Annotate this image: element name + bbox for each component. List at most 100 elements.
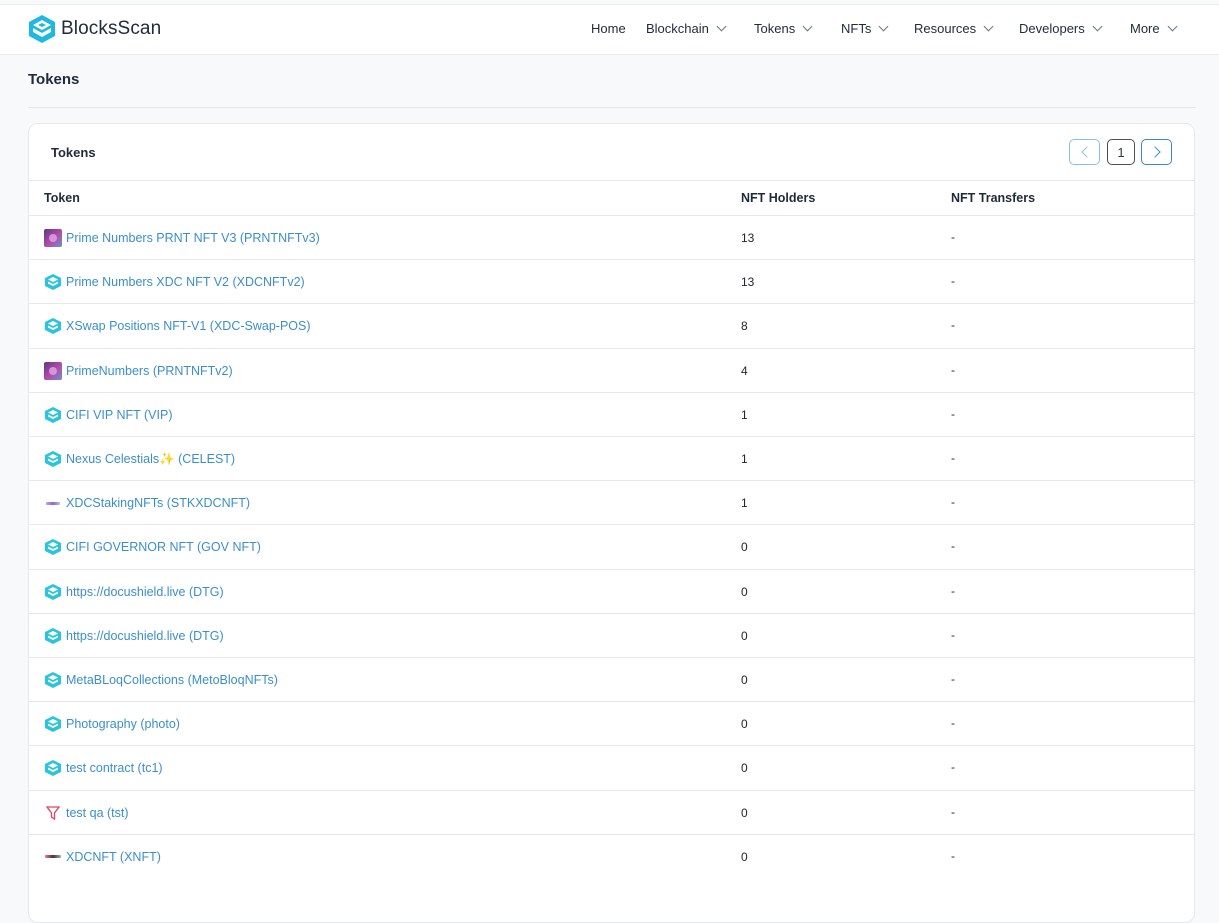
nav-tokens[interactable]: Tokens bbox=[754, 21, 813, 36]
column-header-token: Token bbox=[44, 191, 80, 205]
column-header-nft-holders: NFT Holders bbox=[741, 191, 816, 205]
token-link[interactable]: MetaBLoqCollections (MetoBloqNFTs) bbox=[66, 673, 278, 687]
nft-holders-value: 1 bbox=[741, 407, 748, 422]
token-cell: XSwap Positions NFT-V1 (XDC-Swap-POS) bbox=[44, 317, 311, 335]
prime-numbers-image-icon bbox=[44, 361, 62, 380]
pager-current-page[interactable]: 1 bbox=[1107, 139, 1135, 165]
chevron-down-icon bbox=[802, 21, 813, 32]
nft-transfers-value: - bbox=[951, 362, 955, 377]
table-row: PrimeNumbers (PRNTNFTv2) 4 - bbox=[29, 347, 1194, 392]
nav-developers[interactable]: Developers bbox=[1019, 21, 1103, 36]
nft-holders-value: 0 bbox=[741, 673, 748, 687]
token-link[interactable]: XDCNFT (XNFT) bbox=[66, 850, 161, 864]
prime-numbers-image-icon bbox=[44, 229, 62, 247]
table-row: XDCNFT (XNFT) 0 - bbox=[29, 833, 1194, 878]
table-row: CIFI GOVERNOR NFT (GOV NFT) 0 - bbox=[29, 524, 1194, 568]
nft-transfers-value: - bbox=[951, 318, 955, 333]
token-cell: Photography (photo) bbox=[44, 715, 180, 733]
nft-transfers-value: - bbox=[951, 583, 955, 598]
nft-holders-value: 13 bbox=[741, 275, 755, 290]
token-cell: CIFI VIP NFT (VIP) bbox=[44, 406, 173, 424]
page-title: Tokens bbox=[28, 71, 80, 88]
token-link[interactable]: test contract (tc1) bbox=[66, 761, 163, 775]
nft-transfers-value: - bbox=[951, 451, 955, 465]
token-link[interactable]: CIFI GOVERNOR NFT (GOV NFT) bbox=[66, 540, 261, 554]
nft-transfers-value: - bbox=[951, 760, 955, 775]
table-row: XSwap Positions NFT-V1 (XDC-Swap-POS) 8 - bbox=[29, 303, 1194, 347]
token-link[interactable]: Photography (photo) bbox=[66, 717, 180, 731]
token-link[interactable]: XDCStakingNFTs (STKXDCNFT) bbox=[66, 496, 250, 510]
nft-holders-value: 0 bbox=[741, 540, 748, 555]
blocksscan-token-icon bbox=[44, 406, 62, 424]
pager-next-button[interactable] bbox=[1141, 139, 1172, 165]
pager-page-number: 1 bbox=[1117, 144, 1125, 160]
token-link[interactable]: https://docushield.live (DTG) bbox=[66, 629, 224, 643]
token-cell: test contract (tc1) bbox=[44, 759, 163, 777]
token-link[interactable]: PrimeNumbers (PRNTNFTv2) bbox=[66, 364, 233, 378]
nav-home[interactable]: Home bbox=[591, 21, 626, 36]
nav-nfts-label: NFTs bbox=[841, 21, 872, 36]
nav-tokens-label: Tokens bbox=[754, 21, 796, 36]
token-link[interactable]: CIFI VIP NFT (VIP) bbox=[66, 408, 173, 422]
token-cell: PrimeNumbers (PRNTNFTv2) bbox=[44, 361, 233, 380]
nft-transfers-value: - bbox=[951, 539, 955, 554]
token-link[interactable]: https://docushield.live (DTG) bbox=[66, 585, 224, 599]
table-row: MetaBLoqCollections (MetoBloqNFTs) 0 - bbox=[29, 657, 1194, 701]
nft-holders-value: 1 bbox=[741, 452, 748, 466]
tokens-card: Tokens 1 Token NFT Holders NFT Transfers… bbox=[28, 123, 1195, 923]
nft-transfers-value: - bbox=[951, 848, 955, 863]
nft-transfers-value: - bbox=[951, 406, 955, 421]
nav-home-label: Home bbox=[591, 21, 626, 36]
nft-transfers-value: - bbox=[951, 230, 955, 244]
nav-more-label: More bbox=[1130, 21, 1160, 36]
token-link[interactable]: Nexus Celestials✨ (CELEST) bbox=[66, 452, 235, 467]
brand-name: BlocksScan bbox=[61, 18, 162, 39]
token-cell: https://docushield.live (DTG) bbox=[44, 627, 224, 645]
nav-blockchain[interactable]: Blockchain bbox=[646, 21, 727, 36]
divider bbox=[28, 107, 1196, 108]
token-cell: https://docushield.live (DTG) bbox=[44, 583, 224, 601]
brand-logo[interactable]: BlocksScan bbox=[27, 14, 161, 44]
nav-resources[interactable]: Resources bbox=[914, 21, 994, 36]
table-row: Prime Numbers PRNT NFT V3 (PRNTNFTv3) 13 - bbox=[29, 215, 1194, 259]
table-row: test qa (tst) 0 - bbox=[29, 789, 1194, 834]
blocksscan-token-icon bbox=[44, 317, 62, 335]
token-link[interactable]: Prime Numbers PRNT NFT V3 (PRNTNFTv3) bbox=[66, 231, 320, 245]
table-row: Prime Numbers XDC NFT V2 (XDCNFTv2) 13 - bbox=[29, 259, 1194, 303]
nav-more[interactable]: More bbox=[1130, 21, 1178, 36]
chevron-down-icon bbox=[1092, 21, 1103, 32]
nft-holders-value: 0 bbox=[741, 628, 748, 643]
pager-prev-button[interactable] bbox=[1069, 139, 1100, 165]
nav-nfts[interactable]: NFTs bbox=[841, 21, 889, 36]
token-link[interactable]: Prime Numbers XDC NFT V2 (XDCNFTv2) bbox=[66, 275, 305, 289]
token-cell: Prime Numbers XDC NFT V2 (XDCNFTv2) bbox=[44, 273, 305, 291]
table-row: Nexus Celestials✨ (CELEST) 1 - bbox=[29, 436, 1194, 480]
nav-blockchain-label: Blockchain bbox=[646, 21, 709, 36]
token-cell: XDCStakingNFTs (STKXDCNFT) bbox=[44, 494, 250, 512]
token-link[interactable]: test qa (tst) bbox=[66, 806, 129, 820]
nft-holders-value: 1 bbox=[741, 496, 748, 511]
token-cell: XDCNFT (XNFT) bbox=[44, 848, 161, 866]
blocksscan-token-icon bbox=[44, 715, 62, 733]
blocksscan-token-icon bbox=[44, 671, 62, 689]
divider bbox=[29, 180, 1194, 181]
top-navbar: BlocksScan Home Blockchain Tokens NFTs R… bbox=[0, 4, 1219, 55]
nft-transfers-value: - bbox=[951, 274, 955, 289]
staking-logo-image-icon bbox=[44, 494, 62, 512]
xdc-logo-image-icon bbox=[44, 848, 62, 866]
blocksscan-token-icon bbox=[44, 583, 62, 601]
nft-transfers-value: - bbox=[951, 804, 955, 819]
blocksscan-token-icon bbox=[44, 450, 62, 468]
table-row: https://docushield.live (DTG) 0 - bbox=[29, 612, 1194, 657]
chevron-left-icon bbox=[1080, 146, 1093, 158]
table-row: test contract (tc1) 0 - bbox=[29, 745, 1194, 789]
nft-holders-value: 0 bbox=[741, 805, 748, 820]
token-link[interactable]: XSwap Positions NFT-V1 (XDC-Swap-POS) bbox=[66, 319, 311, 333]
nft-holders-value: 0 bbox=[741, 761, 748, 776]
blocksscan-token-icon bbox=[44, 627, 62, 645]
token-cell: Prime Numbers PRNT NFT V3 (PRNTNFTv3) bbox=[44, 229, 320, 247]
chevron-right-icon bbox=[1148, 146, 1161, 158]
chevron-down-icon bbox=[716, 21, 727, 32]
token-cell: CIFI GOVERNOR NFT (GOV NFT) bbox=[44, 538, 261, 556]
chevron-down-icon bbox=[983, 21, 994, 32]
